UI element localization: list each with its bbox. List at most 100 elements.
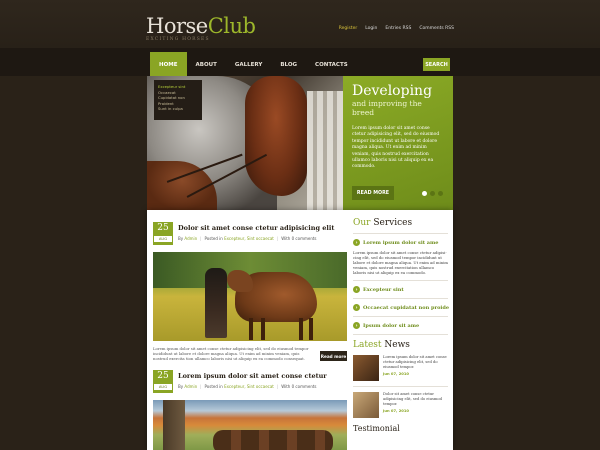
post-title[interactable]: Dolor sit amet conse ctetur adipisicing … xyxy=(178,224,334,232)
logo-horse: Horse xyxy=(146,14,208,38)
divider xyxy=(353,334,448,336)
hero-text: Lorem ipsum dolor sit amet conse ctetur … xyxy=(352,126,440,170)
date-month: AUG xyxy=(154,384,172,390)
service-title[interactable]: › Lorem ipsum dolor sit ame xyxy=(353,239,448,246)
logo-text: HorseClub xyxy=(146,14,256,38)
with-label: With xyxy=(281,236,291,241)
service-item: › Lorem ipsum dolor sit ame Lorem ipsum … xyxy=(353,239,448,275)
rider-image xyxy=(205,268,227,338)
by-label: By xyxy=(178,384,184,389)
nav-dropdown: Excepteur sint Occaecat Cupidatat non Pr… xyxy=(154,80,202,120)
date-badge: 25 AUG xyxy=(153,370,173,393)
services-heading-part2: Services xyxy=(373,218,413,228)
news-thumbnail[interactable] xyxy=(353,392,379,419)
post-categories[interactable]: Excepteur, Sint occaecat xyxy=(224,236,274,241)
date-day: 25 xyxy=(157,223,169,233)
service-title-text: Ipsum dolor sit ame xyxy=(363,322,420,329)
sidebar: Our Services › Lorem ipsum dolor sit ame… xyxy=(353,218,449,434)
nav-home[interactable]: HOME xyxy=(150,52,187,78)
divider xyxy=(353,298,448,300)
service-title-text: Occaecat cupidatat non proide xyxy=(363,304,449,311)
horse-leg xyxy=(299,318,303,340)
service-title[interactable]: › Excepteur sint xyxy=(353,286,448,294)
service-title[interactable]: › Occaecat cupidatat non proide xyxy=(353,304,449,312)
services-heading: Our Services xyxy=(353,218,448,228)
divider xyxy=(353,233,448,234)
horses-image xyxy=(213,430,333,450)
date-badge: 25 AUG xyxy=(153,222,173,245)
read-more-button[interactable]: READ MORE xyxy=(352,186,394,200)
post-read-more-button[interactable]: Read more xyxy=(320,351,347,361)
news-text: Lorem ipsum dolor sit amet conse ctetur … xyxy=(383,355,447,370)
fence-decoration xyxy=(307,91,343,210)
blog-post: 25 AUG Dolor sit amet conse ctetur adipi… xyxy=(153,222,347,362)
news-date: Jun 07, 2010 xyxy=(383,409,409,414)
brown-horse-image xyxy=(245,76,307,196)
news-item[interactable]: Lorem ipsum dolor sit amet conse ctetur … xyxy=(353,355,448,382)
main-nav: HOME ABOUT GALLERY BLOG CONTACTS xyxy=(150,52,450,78)
horse-leg xyxy=(261,318,265,340)
post-author[interactable]: Admin xyxy=(184,236,197,241)
arrow-icon: › xyxy=(353,322,360,330)
service-item: › Ipsum dolor sit ame xyxy=(353,322,448,330)
top-links: Register Login Entries RSS Comments RSS xyxy=(339,26,454,31)
nav-contacts[interactable]: CONTACTS xyxy=(306,54,357,76)
register-link[interactable]: Register xyxy=(339,26,358,31)
nav-about[interactable]: ABOUT xyxy=(187,54,226,76)
post-title[interactable]: Lorem ipsum dolor sit amet conse ctetur xyxy=(178,372,327,380)
news-date: Jun 07, 2010 xyxy=(383,372,409,377)
comments-rss-link[interactable]: Comments RSS xyxy=(419,26,454,31)
slider-dot[interactable] xyxy=(422,191,427,196)
divider xyxy=(353,316,448,318)
post-comments[interactable]: 0 comments xyxy=(292,384,317,389)
slider-dot[interactable] xyxy=(438,191,443,196)
post-meta: By Admin | Posted in Excepteur, Sint occae… xyxy=(178,384,317,389)
with-label: With xyxy=(281,384,291,389)
nav-blog[interactable]: BLOG xyxy=(271,54,306,76)
news-item[interactable]: Dolor sit amet conse ctetur adipisicing … xyxy=(353,392,448,419)
divider xyxy=(353,280,448,282)
hero-title: Developing xyxy=(352,83,433,99)
search-button[interactable]: SEARCH xyxy=(423,58,450,71)
hero-subtitle: and improving the breed xyxy=(352,99,422,117)
service-text: Lorem ipsum dolor sit amet conse ctetur … xyxy=(353,250,449,276)
post-author[interactable]: Admin xyxy=(184,384,197,389)
logo-club: Club xyxy=(207,14,256,38)
arrow-icon: › xyxy=(353,286,360,294)
slider-dot[interactable] xyxy=(430,191,435,196)
services-heading-part1: Our xyxy=(353,218,371,228)
logo[interactable]: HorseClub EXCITING HORSES xyxy=(146,14,256,42)
horse-leg xyxy=(309,318,313,340)
entries-rss-link[interactable]: Entries RSS xyxy=(385,26,411,31)
post-image[interactable] xyxy=(153,252,347,341)
service-item: › Excepteur sint xyxy=(353,286,448,294)
post-categories[interactable]: Excepteur, Sint occaecat xyxy=(224,384,274,389)
arrow-icon: › xyxy=(353,304,360,312)
post-comments[interactable]: 0 comments xyxy=(292,236,317,241)
posted-in-label: Posted in xyxy=(204,236,223,241)
post-excerpt: Lorem ipsum dolor sit amet conse ctetur … xyxy=(153,346,309,362)
nav-gallery[interactable]: GALLERY xyxy=(226,54,271,76)
tree-image xyxy=(163,400,185,450)
service-title-text: Lorem ipsum dolor sit ame xyxy=(363,239,439,246)
date-month: AUG xyxy=(154,236,172,242)
news-thumbnail[interactable] xyxy=(353,355,379,382)
news-heading-part1: Latest xyxy=(353,340,382,351)
post-meta: By Admin | Posted in Excepteur, Sint occae… xyxy=(178,236,317,241)
service-item: › Occaecat cupidatat non proide xyxy=(353,304,449,312)
posted-in-label: Posted in xyxy=(204,384,223,389)
divider xyxy=(353,386,448,388)
date-day: 25 xyxy=(157,371,169,381)
dropdown-item[interactable]: Sunt in culpa xyxy=(158,106,198,112)
service-title[interactable]: › Ipsum dolor sit ame xyxy=(353,322,448,330)
horse-leg xyxy=(249,318,253,340)
blog-post: 25 AUG Lorem ipsum dolor sit amet conse … xyxy=(153,370,347,450)
news-heading: Latest News xyxy=(353,340,448,350)
arrow-icon: › xyxy=(353,239,360,246)
by-label: By xyxy=(178,236,184,241)
news-heading-part2: News xyxy=(384,340,410,351)
login-link[interactable]: Login xyxy=(365,26,377,31)
testimonial-heading: Testimonial xyxy=(353,424,400,434)
news-text: Dolor sit amet conse ctetur adipisicing … xyxy=(383,392,442,407)
post-image[interactable] xyxy=(153,400,347,450)
